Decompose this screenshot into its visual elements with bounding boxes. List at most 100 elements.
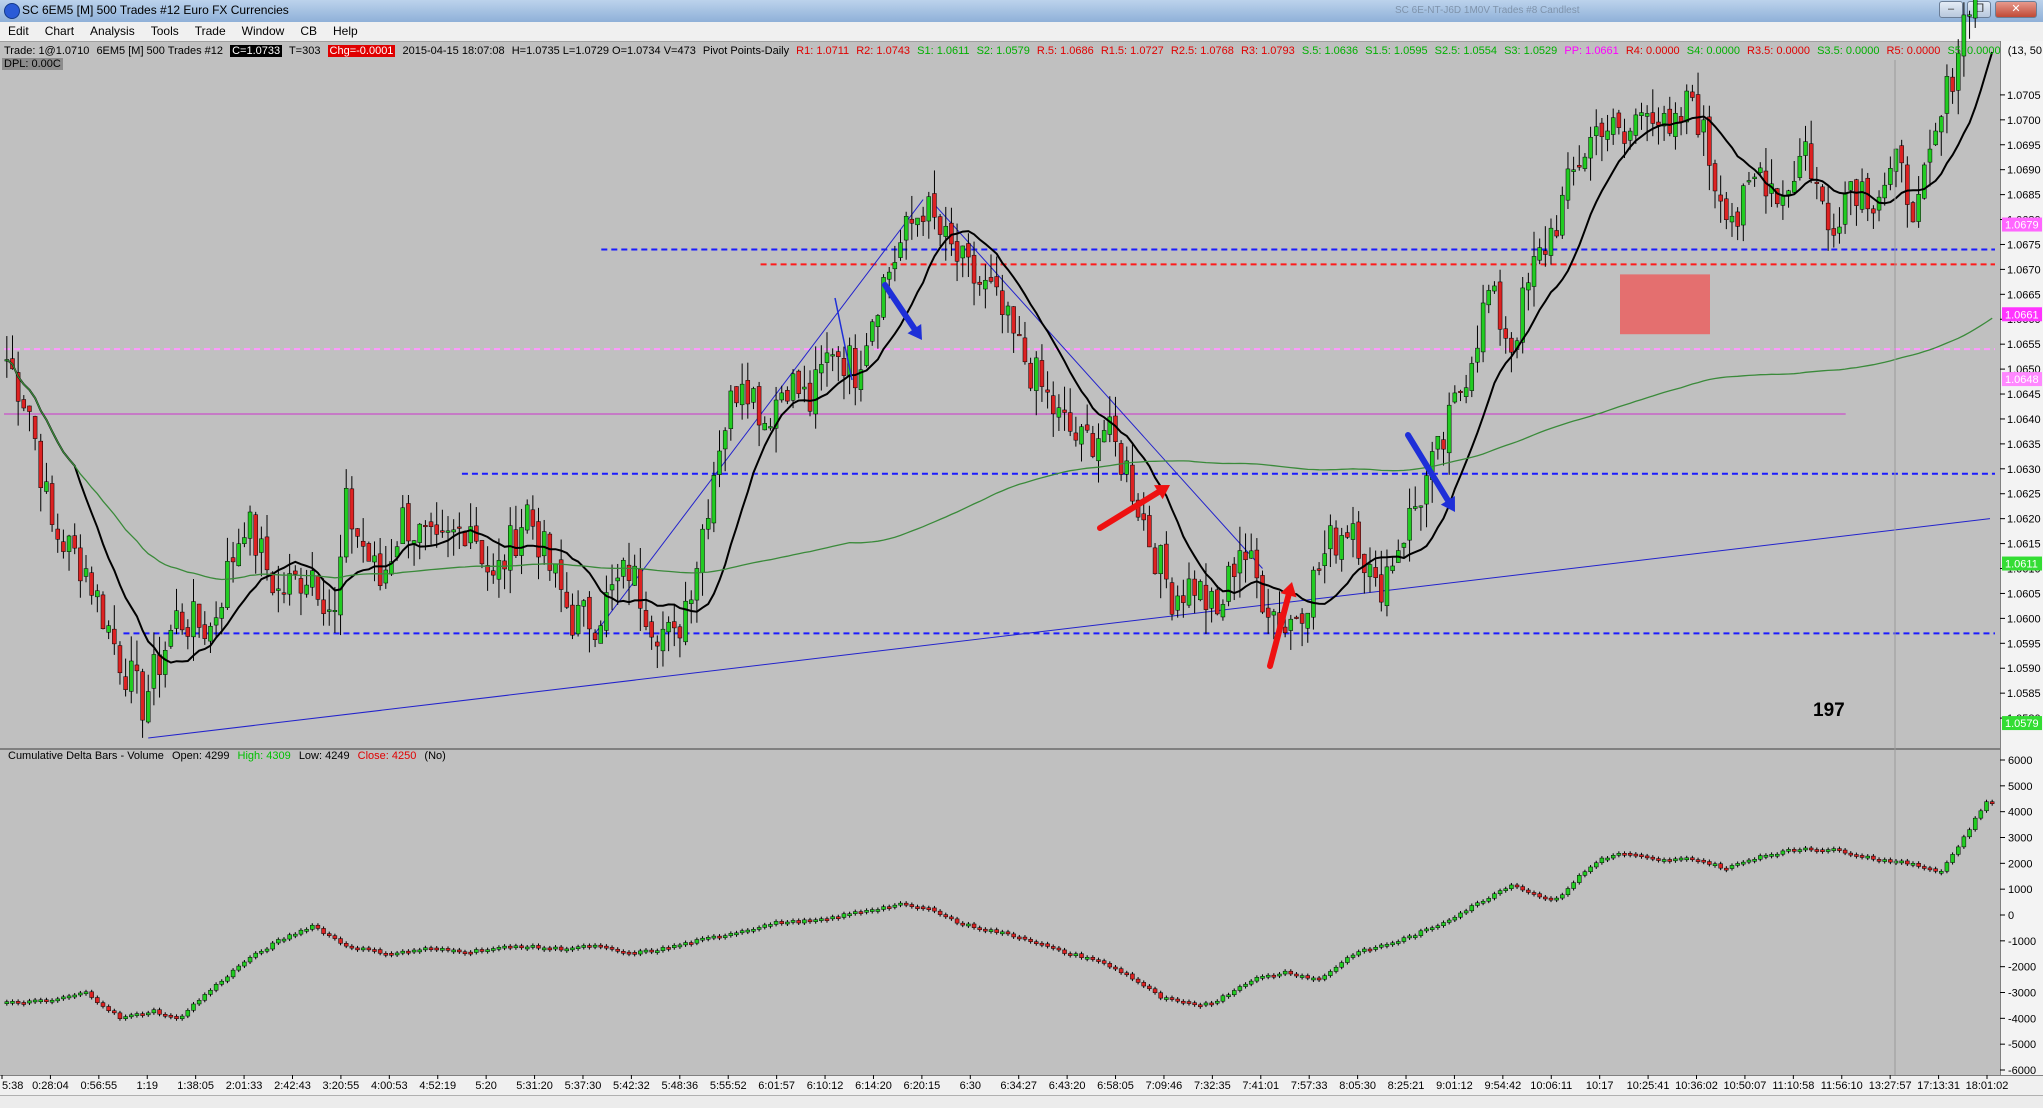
candle-body: [174, 610, 179, 629]
time-tick-label: 5:20: [475, 1080, 496, 1092]
candle-body: [168, 629, 174, 647]
delta-bar: [474, 949, 479, 953]
candle-body: [1814, 181, 1820, 184]
s5-readout: S5: 0.0000: [1947, 45, 2001, 57]
candle-body: [689, 599, 694, 604]
candle-body: [1169, 582, 1175, 615]
delta-bar: [739, 930, 745, 934]
delta-bar: [920, 906, 926, 910]
delta-bar: [1701, 859, 1706, 863]
candle-body: [1215, 589, 1220, 615]
candle-body: [372, 555, 377, 563]
candle-body: [1899, 145, 1904, 164]
time-tick-label: 6:10:12: [807, 1080, 844, 1092]
delta-bar: [762, 924, 767, 928]
candle-body: [1577, 165, 1582, 168]
candle-body: [208, 625, 213, 642]
candle-body: [841, 358, 847, 376]
candle-body: [1192, 578, 1197, 596]
delta-bar: [89, 991, 94, 998]
delta-bar: [1560, 894, 1565, 899]
delta-bar: [1260, 976, 1265, 979]
candle-body: [717, 450, 722, 475]
delta-bar: [21, 1002, 27, 1005]
candle-body: [875, 315, 881, 328]
delta-bar: [394, 952, 400, 956]
delta-bar: [830, 916, 835, 920]
candle-body: [247, 511, 253, 539]
candle-body: [1362, 553, 1367, 574]
candle-body: [49, 483, 55, 525]
candle-body: [508, 525, 513, 571]
delta-bar: [338, 938, 343, 944]
price-tick-label: 1.0690: [2007, 165, 2041, 177]
delta-bar: [632, 952, 637, 955]
delta-bar: [672, 945, 677, 948]
candle-body: [1735, 211, 1740, 227]
delta-bar: [1871, 855, 1876, 860]
candle-body: [440, 530, 445, 533]
delta-bar: [1882, 859, 1887, 862]
delta-bar: [179, 1015, 185, 1020]
delta-bar: [1265, 974, 1271, 978]
candle-body: [1791, 180, 1797, 193]
time-tick-label: 2:01:33: [226, 1080, 263, 1092]
delta-bar: [768, 924, 773, 927]
candle-body: [1560, 194, 1565, 236]
delta-bar: [123, 1016, 128, 1019]
candle-body: [1311, 569, 1316, 618]
candle-body: [1356, 521, 1361, 559]
delta-bar: [1729, 865, 1735, 869]
candle-body: [1639, 112, 1644, 116]
candle-body: [1424, 475, 1429, 505]
candle-body: [1492, 285, 1497, 292]
candle-body: [179, 611, 185, 631]
candle-body: [1022, 337, 1028, 363]
candle-body: [21, 399, 27, 409]
candle-body: [1752, 176, 1757, 179]
candle-body: [428, 521, 434, 527]
candle-body: [1944, 76, 1950, 114]
candle-body: [496, 560, 502, 580]
delta-bar: [185, 1010, 191, 1017]
delta-bar: [1096, 959, 1101, 962]
delta-bar: [1775, 853, 1780, 857]
delta-bar: [162, 1013, 168, 1017]
candle-body: [1147, 515, 1152, 548]
price-tick-label: 1.0705: [2007, 90, 2041, 102]
candle-body: [977, 281, 982, 285]
candle-body: [355, 528, 360, 537]
candle-body: [1260, 575, 1265, 613]
delta-bar: [1684, 857, 1689, 861]
r35-readout: R3.5: 0.0000: [1747, 45, 1811, 57]
candle-body: [1130, 464, 1135, 502]
delta-bar: [666, 947, 671, 950]
delta-bar: [1741, 861, 1746, 865]
delta-bar: [1435, 925, 1441, 928]
candle-body: [1028, 362, 1033, 389]
delta-bar: [892, 904, 898, 908]
candle-body: [892, 262, 898, 270]
delta-bar: [1610, 855, 1616, 859]
candle-body: [360, 540, 366, 547]
delta-bar: [1446, 919, 1452, 923]
delta-bar: [524, 946, 530, 950]
candle-body: [1939, 116, 1944, 133]
delta-bar: [1622, 853, 1627, 856]
candle-body: [162, 650, 168, 675]
delta-bar: [530, 945, 536, 948]
candle-body: [1554, 230, 1559, 237]
candle-body: [457, 526, 462, 529]
candle-body: [1622, 131, 1627, 144]
candle-body: [72, 535, 77, 549]
candle-body: [129, 660, 134, 692]
delta-bar: [705, 937, 711, 940]
delta-bar: [954, 918, 960, 924]
delta-bar: [349, 945, 355, 949]
candle-body: [1203, 584, 1209, 610]
delta-tick-label: -3000: [2008, 988, 2036, 1000]
candle-body: [1690, 91, 1695, 98]
delta-bar: [1707, 861, 1712, 865]
delta-bar: [1526, 889, 1531, 893]
candle-body: [423, 525, 428, 528]
